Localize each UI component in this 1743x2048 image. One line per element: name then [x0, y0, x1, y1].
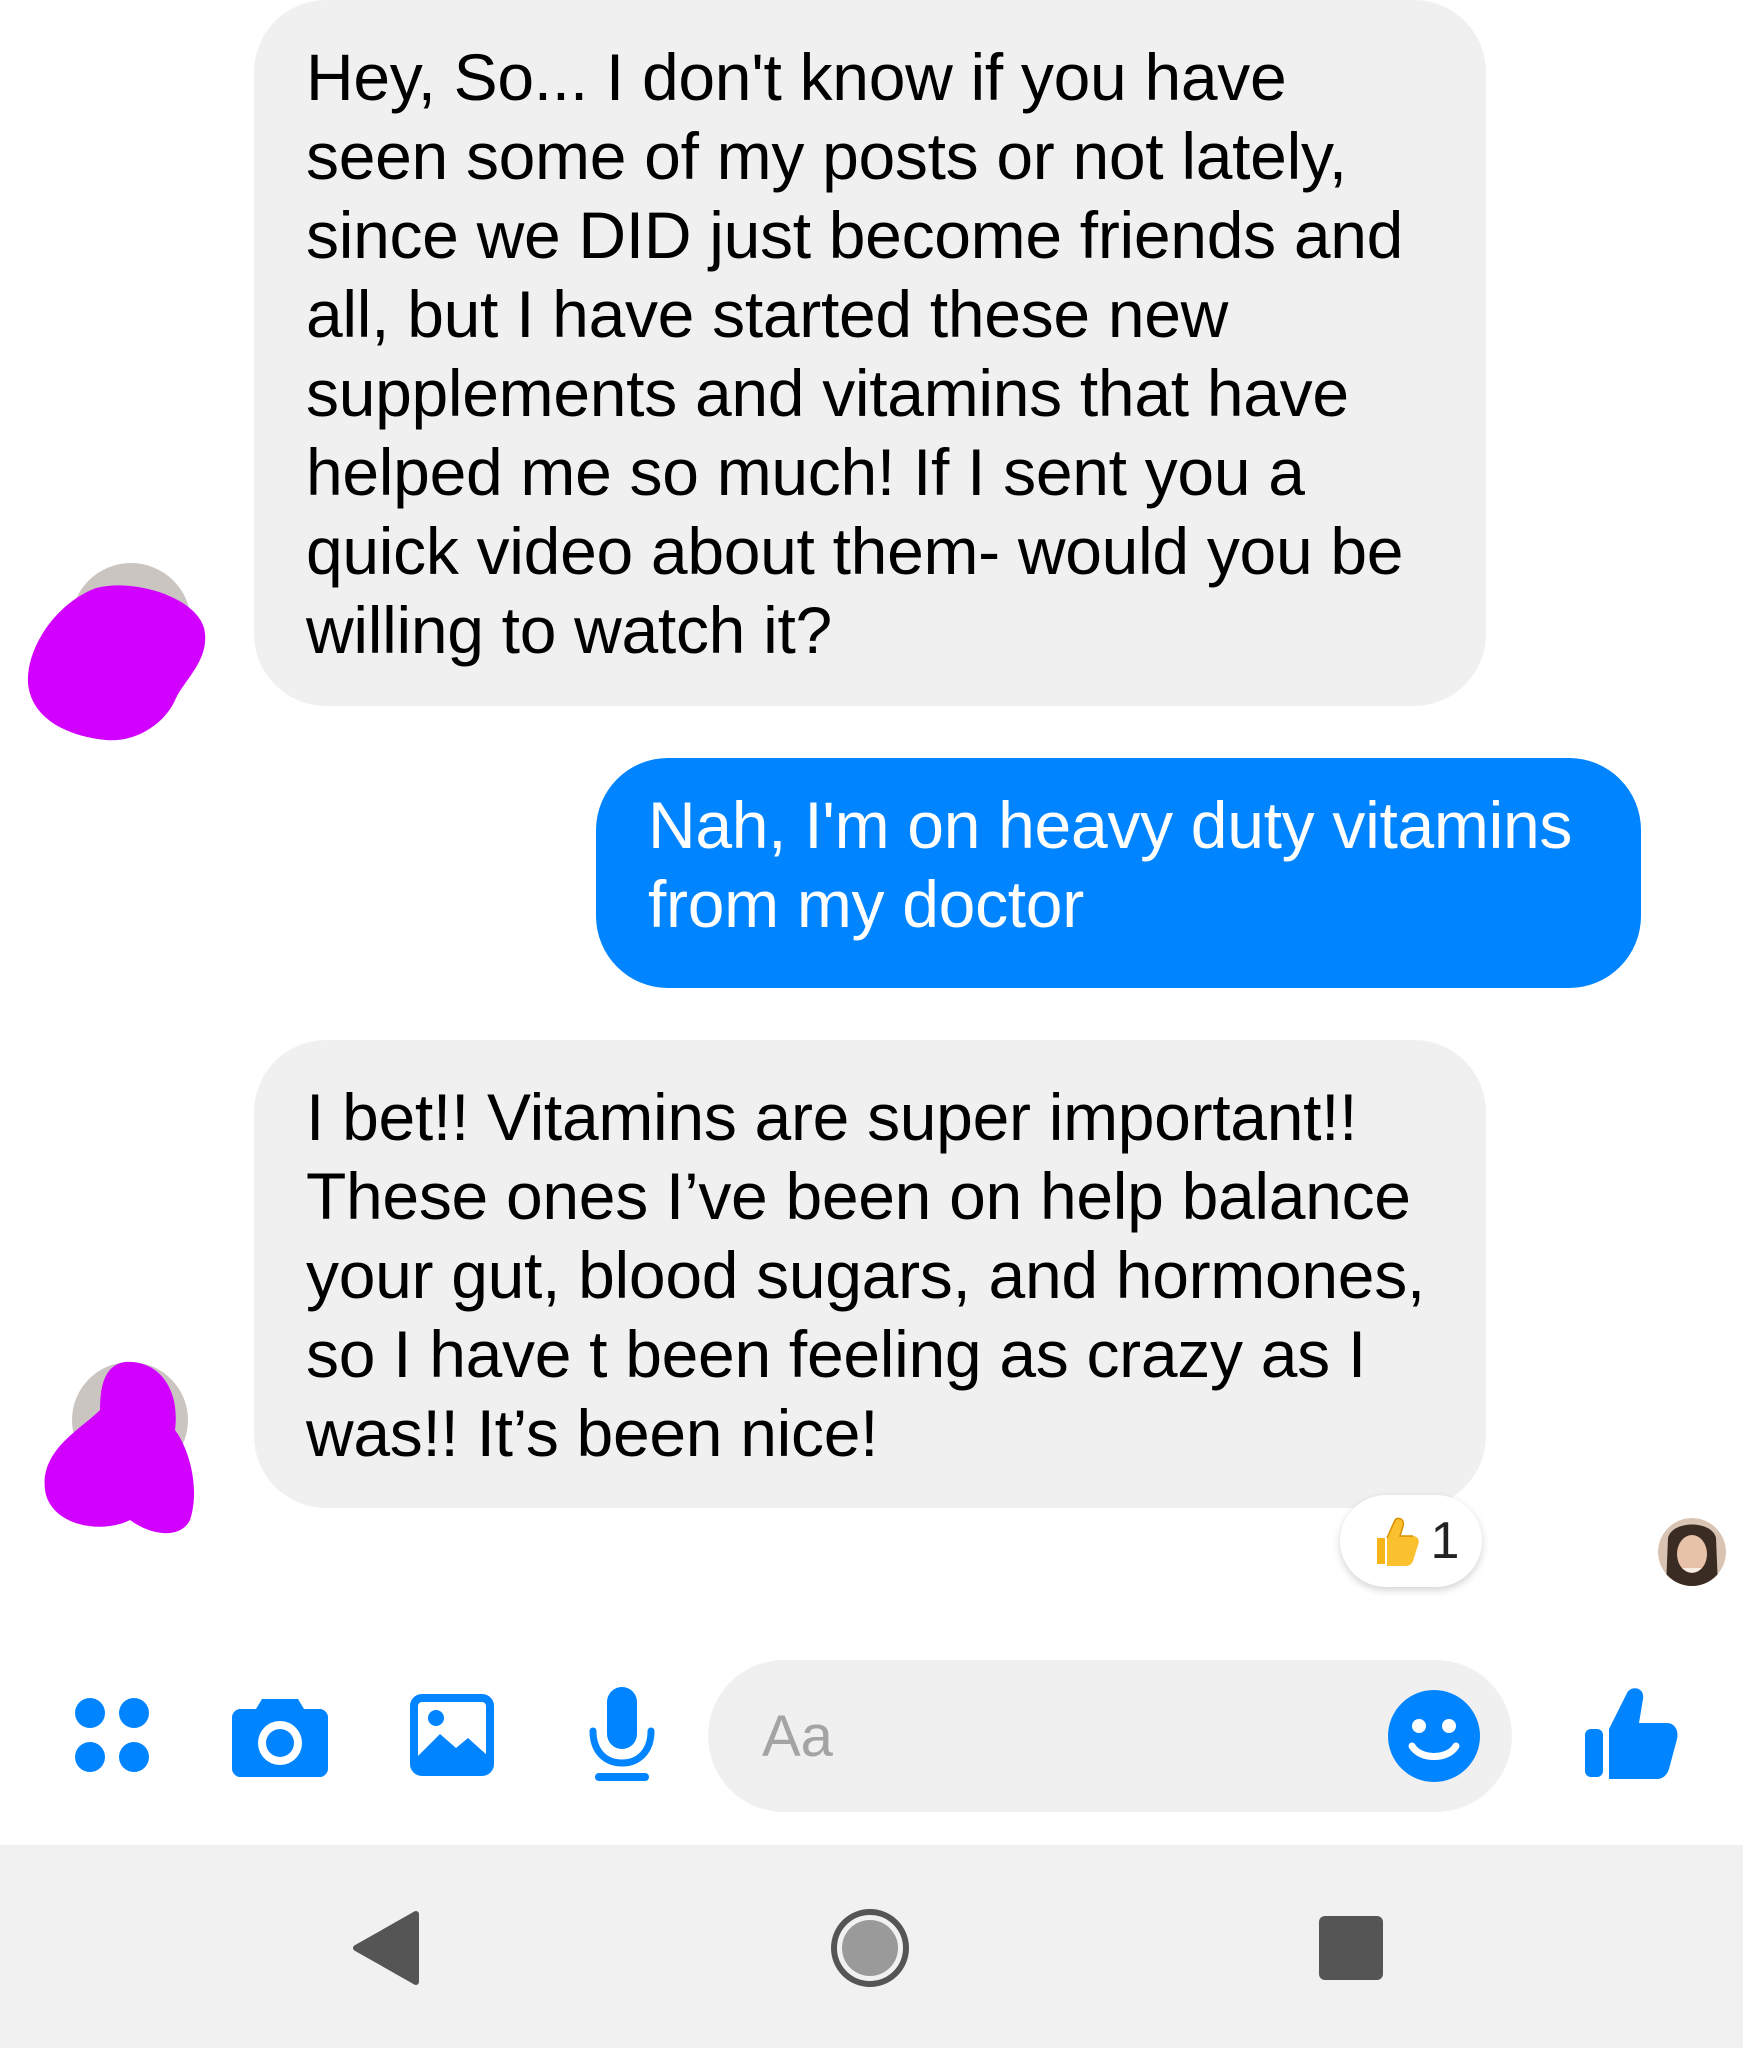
message-text: I bet!! Vitamins are super important!! T…: [306, 1080, 1425, 1470]
message-composer: [0, 1660, 1743, 1812]
gallery-button[interactable]: [402, 1685, 502, 1785]
camera-icon: [232, 1699, 328, 1777]
back-triangle-icon: [353, 1911, 419, 1985]
message-bubble-outgoing[interactable]: Nah, I'm on heavy duty vitamins from my …: [596, 758, 1641, 988]
nav-home-button[interactable]: [815, 1893, 925, 2003]
microphone-icon: [589, 1687, 655, 1781]
emoji-button[interactable]: [1384, 1686, 1484, 1786]
redacted-avatar: [27, 563, 206, 741]
message-input[interactable]: [760, 1701, 1324, 1771]
nav-recents-button[interactable]: [1296, 1893, 1406, 2003]
message-text: Nah, I'm on heavy duty vitamins from my …: [648, 788, 1573, 941]
recents-square-icon: [1319, 1916, 1383, 1980]
camera-button[interactable]: [230, 1685, 330, 1785]
home-circle-icon: [831, 1909, 909, 1987]
reaction-badge[interactable]: 1: [1340, 1495, 1482, 1587]
more-apps-button[interactable]: [62, 1685, 162, 1785]
nav-back-button[interactable]: [330, 1893, 440, 2003]
gallery-icon: [410, 1694, 494, 1776]
thumbs-up-emoji-icon: [1376, 1517, 1419, 1566]
system-navigation-bar: [0, 1845, 1743, 2048]
smiley-icon: [1388, 1690, 1480, 1782]
message-bubble-incoming[interactable]: Hey, So... I don't know if you have seen…: [254, 0, 1486, 706]
thumbs-up-icon: [1585, 1688, 1678, 1779]
message-text: Hey, So... I don't know if you have seen…: [306, 40, 1404, 667]
message-bubble-incoming[interactable]: I bet!! Vitamins are super important!! T…: [254, 1040, 1486, 1508]
seen-indicator-avatar: [1658, 1518, 1726, 1586]
more-apps-icon: [75, 1698, 149, 1772]
message-input-box[interactable]: [708, 1660, 1512, 1812]
send-like-button[interactable]: [1576, 1678, 1686, 1788]
reaction-count: 1: [1430, 1512, 1460, 1570]
redacted-avatar: [44, 1361, 195, 1534]
voice-message-button[interactable]: [572, 1685, 672, 1785]
